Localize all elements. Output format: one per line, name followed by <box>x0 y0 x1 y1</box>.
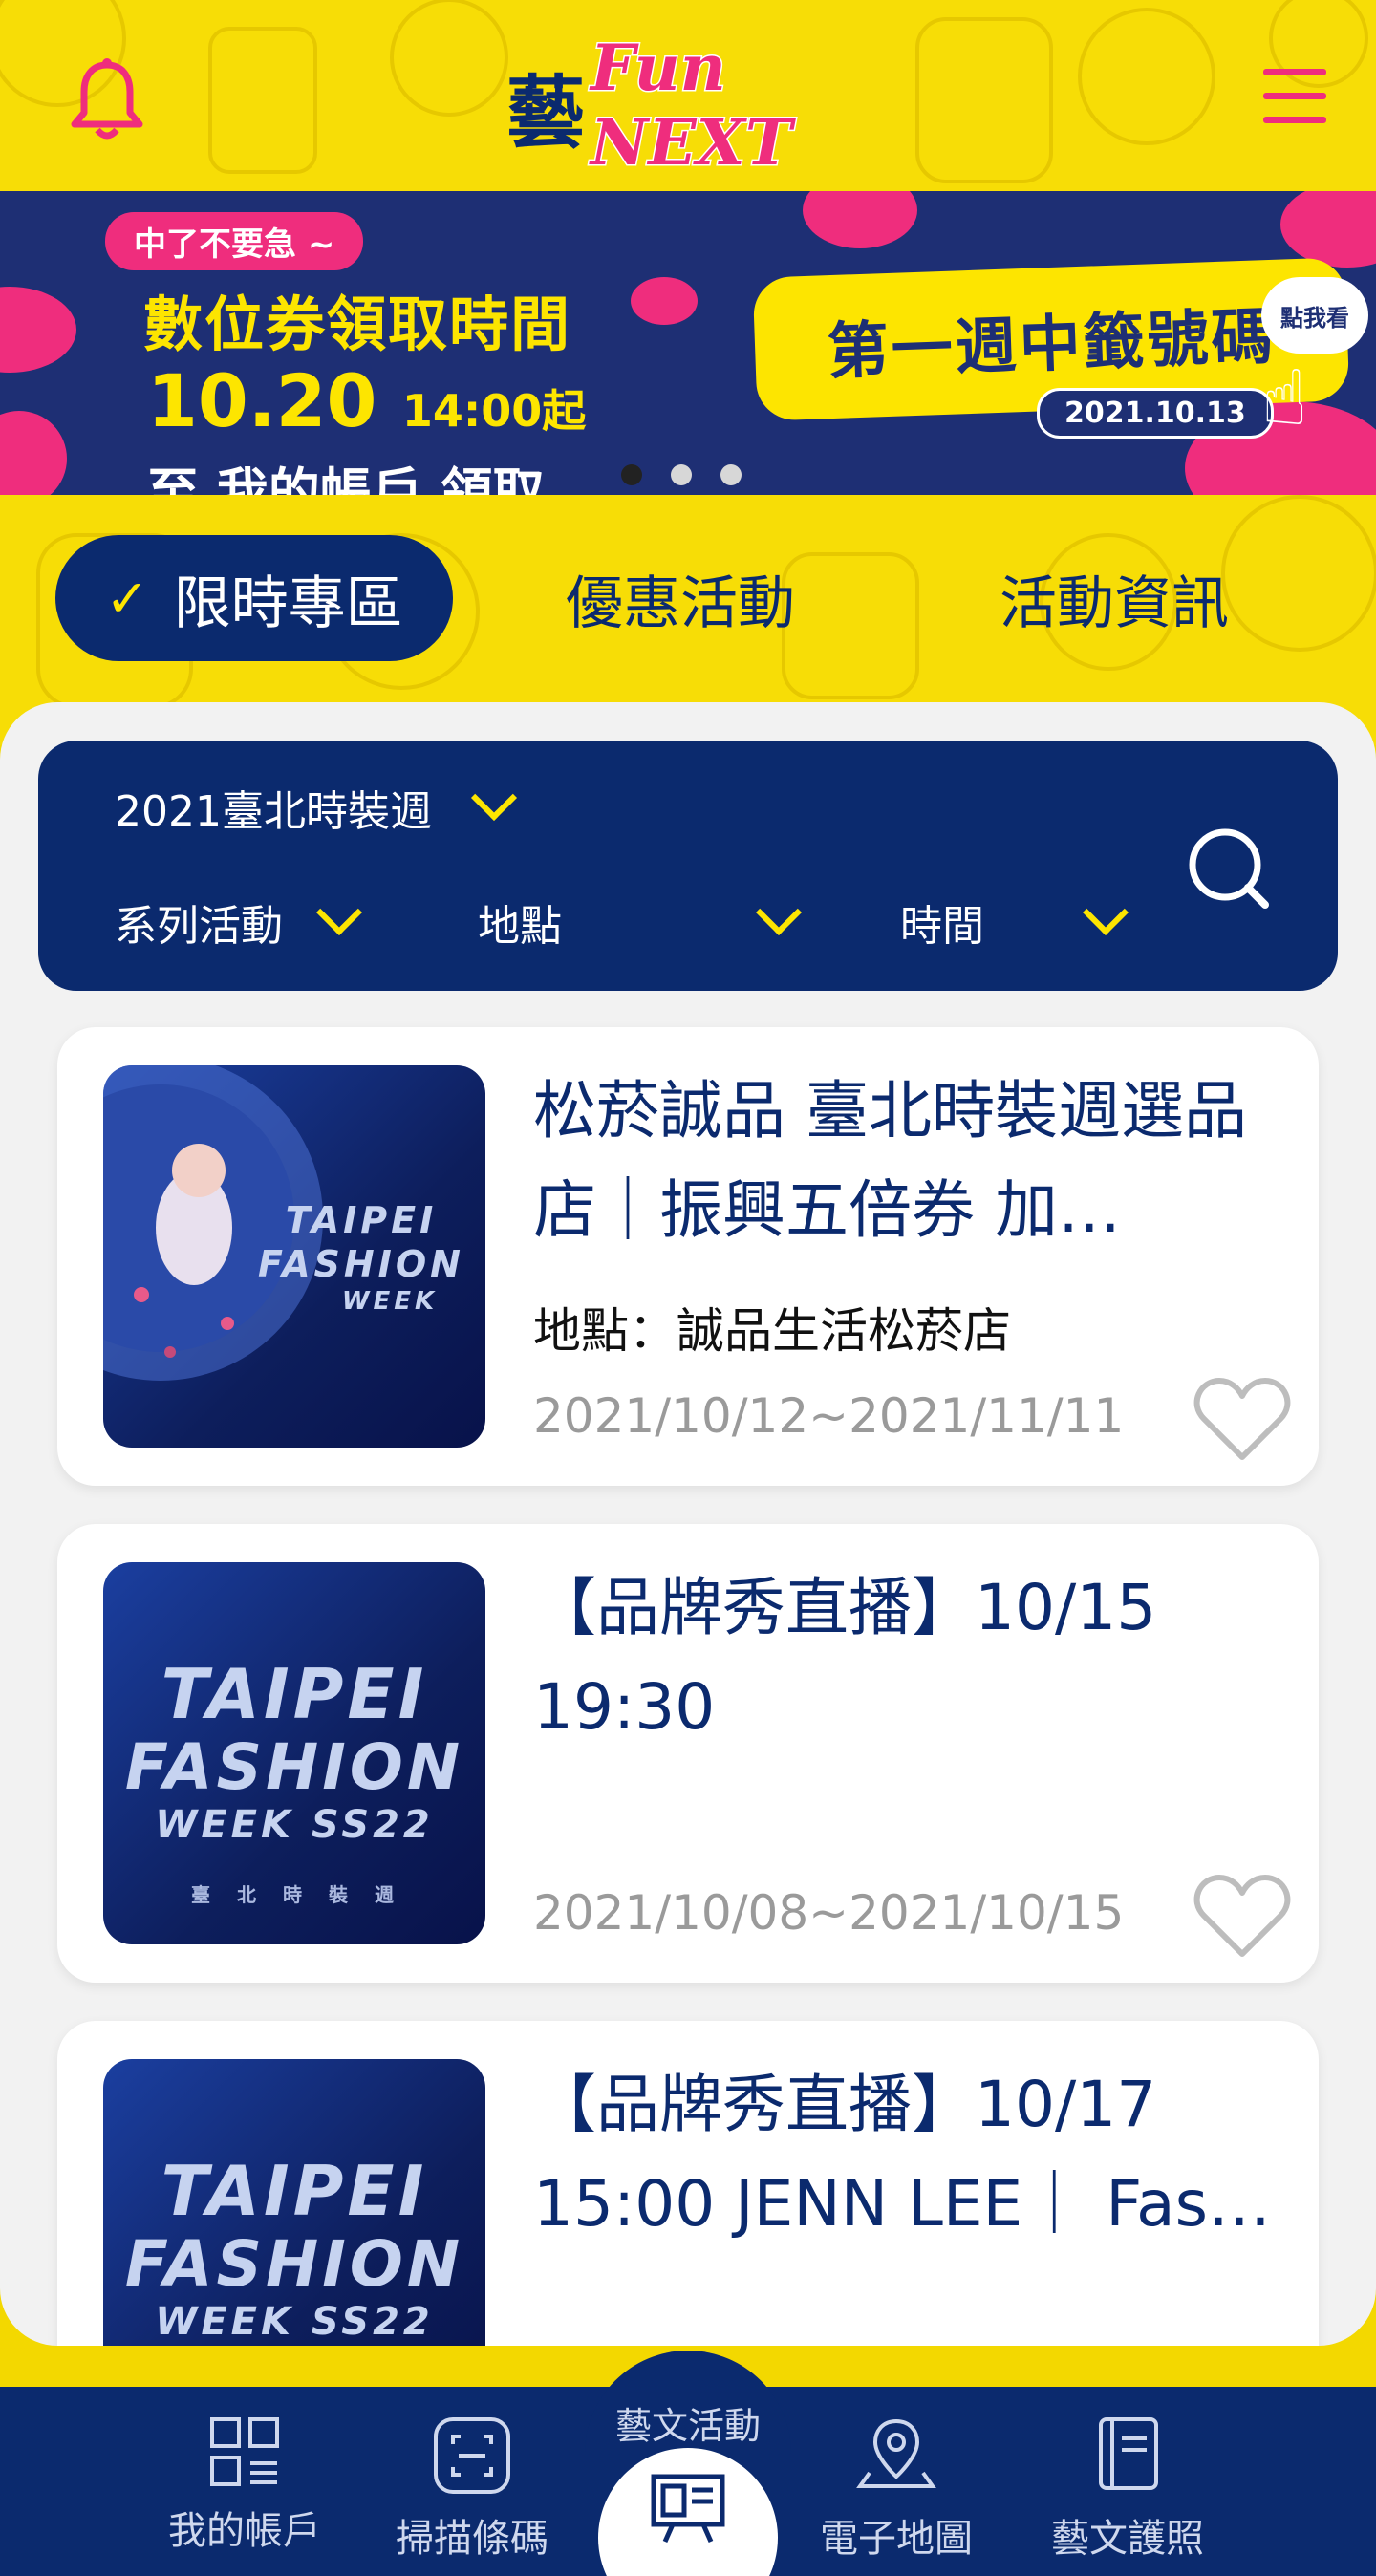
thumb-word: TAIPEI <box>161 2151 428 2231</box>
banner-date: 10.20 <box>147 358 377 443</box>
decor-blob <box>0 411 67 495</box>
search-icon[interactable] <box>1181 821 1277 916</box>
thumb-word: FASHION <box>258 1243 464 1285</box>
thumb-word: FASHION <box>124 1730 464 1804</box>
carousel-dot[interactable] <box>671 464 692 485</box>
pointing-hand-icon: ☝ <box>1261 354 1308 442</box>
event-date: 2021/10/08~2021/10/15 <box>533 1885 1125 1941</box>
time-dropdown-label: 時間 <box>900 902 984 951</box>
carousel-dot[interactable] <box>621 464 642 485</box>
nav-label: 掃描條碼 <box>396 2517 548 2561</box>
event-title: 【品牌秀直播】10/17 15:00 JENN LEE｜ Fas… <box>533 2068 1271 2241</box>
app-logo: 藝 Fun NEXT <box>506 30 870 182</box>
decor-blob <box>0 287 76 373</box>
event-dropdown-label: 2021臺北時裝週 <box>115 787 432 836</box>
tab-label: 限時專區 <box>173 569 403 637</box>
check-icon: ✓ <box>105 568 149 629</box>
category-tabs: ✓ 限時專區 優惠活動 活動資訊 <box>0 516 1376 661</box>
nav-e-map[interactable]: 電子地圖 <box>801 2415 992 2563</box>
notification-bell-icon[interactable] <box>69 57 145 143</box>
event-date: 2021/10/12~2021/11/11 <box>533 1388 1125 1444</box>
event-thumbnail: TAIPEI FASHION WEEK SS22 <box>103 2059 485 2346</box>
tab-label: 活動資訊 <box>1000 569 1229 637</box>
location-dropdown-label: 地點 <box>478 902 562 951</box>
series-dropdown-label: 系列活動 <box>115 902 283 951</box>
content-panel: 2021臺北時裝週 系列活動 地點 時間 TAIPEI FASHION WEEK… <box>0 702 1376 2346</box>
tab-event-info[interactable]: 活動資訊 <box>1000 535 1229 661</box>
carousel-indicators <box>621 464 742 485</box>
series-dropdown[interactable]: 系列活動 <box>115 889 363 953</box>
banner-datetime: 10.20 14:00起 <box>147 362 586 450</box>
carousel-dot[interactable] <box>720 464 742 485</box>
thumb-word: TAIPEI <box>285 1199 438 1241</box>
event-title: 【品牌秀直播】10/15 19:30 DOUCHANGLEE… <box>533 1571 1157 1744</box>
promo-banner-carousel[interactable]: 中了不要急 ~ 數位券領取時間 10.20 14:00起 至 我的帳戶 領取 第… <box>0 191 1376 495</box>
thumb-word: WEEK SS22 <box>155 2300 434 2344</box>
book-icon <box>1099 2417 1158 2490</box>
thumb-word: WEEK <box>341 1287 439 1316</box>
map-pin-icon <box>856 2418 936 2488</box>
chevron-down-icon <box>470 774 518 822</box>
tab-label: 優惠活動 <box>566 569 795 637</box>
event-thumbnail: TAIPEI FASHION WEEK <box>103 1065 485 1448</box>
app-header: 藝 Fun NEXT <box>0 0 1376 191</box>
banner-instruction: 至 我的帳戶 領取 <box>147 462 545 495</box>
banner-pill: 中了不要急 ~ <box>105 212 364 270</box>
chevron-down-icon <box>1082 889 1129 936</box>
logo-text-2: Fun NEXT <box>590 30 794 182</box>
decor-blob <box>631 277 698 325</box>
location-dropdown[interactable]: 地點 <box>478 889 803 953</box>
event-thumbnail: TAIPEI FASHION WEEK SS22 臺 北 時 裝 週 <box>103 1562 485 1944</box>
event-card[interactable]: TAIPEI FASHION WEEK SS22 臺 北 時 裝 週 【品牌秀直… <box>57 1524 1319 1983</box>
click-me-badge[interactable]: 點我看 <box>1261 277 1368 354</box>
gallery-board-icon <box>651 2474 725 2544</box>
tab-promotions[interactable]: 優惠活動 <box>566 535 795 661</box>
nav-art-passport[interactable]: 藝文護照 <box>1032 2415 1223 2563</box>
nav-label: 電子地圖 <box>820 2517 973 2561</box>
event-dropdown[interactable]: 2021臺北時裝週 <box>115 774 518 838</box>
decor-blob <box>803 191 917 248</box>
filter-bar: 2021臺北時裝週 系列活動 地點 時間 <box>38 741 1338 991</box>
banner-lottery-title: 第一週中籤號碼 <box>826 301 1277 389</box>
thumb-word: TAIPEI <box>161 1654 428 1734</box>
banner-headline: 數位券領取時間 <box>143 290 572 359</box>
time-dropdown[interactable]: 時間 <box>900 889 1129 953</box>
event-card[interactable]: TAIPEI FASHION WEEK SS22 【品牌秀直播】10/17 15… <box>57 2021 1319 2346</box>
nav-my-account[interactable]: 我的帳戶 <box>149 2415 340 2555</box>
grid-icon <box>210 2417 279 2486</box>
event-card[interactable]: TAIPEI FASHION WEEK 松菸誠品 臺北時裝週選品店｜振興五倍券 … <box>57 1027 1319 1486</box>
scan-icon <box>434 2417 510 2494</box>
logo-text-1: 藝 <box>506 66 586 159</box>
banner-time: 14:00起 <box>401 385 587 437</box>
nav-label: 我的帳戶 <box>168 2509 321 2553</box>
nav-label-art-events: 藝文活動 <box>614 2405 761 2447</box>
thumb-word: 臺 北 時 裝 週 <box>191 1883 398 1906</box>
tab-limited-time[interactable]: ✓ 限時專區 <box>55 535 453 661</box>
chevron-down-icon <box>315 889 363 936</box>
favorite-heart-icon[interactable] <box>1193 1377 1292 1463</box>
hamburger-menu-icon[interactable] <box>1263 69 1326 130</box>
event-location: 地點：誠品生活松菸店 <box>533 1303 1011 1359</box>
thumb-word: FASHION <box>124 2227 464 2301</box>
banner-lottery-date: 2021.10.13 <box>1037 388 1274 439</box>
nav-scan-barcode[interactable]: 掃描條碼 <box>376 2415 568 2563</box>
decor-blob <box>1280 191 1376 268</box>
event-title: 松菸誠品 臺北時裝週選品店｜振興五倍券 加… <box>533 1074 1247 1247</box>
banner-left-text: 中了不要急 ~ 數位券領取時間 10.20 14:00起 至 我的帳戶 領取 <box>105 212 586 495</box>
thumb-word: WEEK SS22 <box>155 1803 434 1847</box>
nav-label: 藝文護照 <box>1051 2517 1204 2561</box>
favorite-heart-icon[interactable] <box>1193 1874 1292 1960</box>
chevron-down-icon <box>755 889 803 936</box>
